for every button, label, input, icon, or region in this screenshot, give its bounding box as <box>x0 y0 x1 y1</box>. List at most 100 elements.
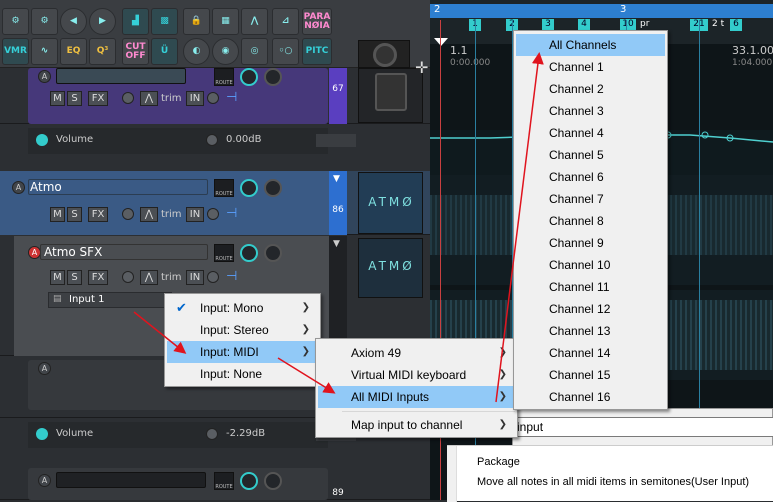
menu-item-channel-11[interactable]: Channel 11 <box>516 276 665 298</box>
route-button[interactable]: ROUTE <box>214 472 234 490</box>
fx-button[interactable]: FX <box>88 207 108 222</box>
menu-item-channel-12[interactable]: Channel 12 <box>516 298 665 320</box>
menu-item-channel-5[interactable]: Channel 5 <box>516 144 665 166</box>
menu-item-channel-8[interactable]: Channel 8 <box>516 210 665 232</box>
menu-item-channel-10[interactable]: Channel 10 <box>516 254 665 276</box>
action-row[interactable]: Move all notes in all midi items in semi… <box>477 476 749 488</box>
menu-item-channel-2[interactable]: Channel 2 <box>516 78 665 100</box>
input-button[interactable]: IN <box>186 91 204 106</box>
magnet-icon[interactable]: Ü <box>151 38 178 65</box>
fx-bypass-knob[interactable] <box>122 271 134 283</box>
toolbar-icon-5[interactable]: ▟ <box>122 8 149 35</box>
input-knob[interactable] <box>207 92 219 104</box>
toolbar-icon-6[interactable]: ▩ <box>151 8 178 35</box>
lock-icon[interactable]: 🔒 <box>183 8 210 35</box>
menu-item-channel-13[interactable]: Channel 13 <box>516 320 665 342</box>
solo-button[interactable]: S <box>67 91 82 106</box>
forward-arrow-icon[interactable]: ▶ <box>89 8 116 35</box>
menu-item-axiom-49[interactable]: Axiom 49 ❯ <box>318 342 515 364</box>
track-name-field[interactable] <box>40 244 208 260</box>
volume-knob[interactable] <box>240 179 258 197</box>
volume-lane-knob[interactable] <box>206 428 218 440</box>
menu-item-channel-15[interactable]: Channel 15 <box>516 364 665 386</box>
pan-knob[interactable] <box>264 244 282 262</box>
volume-knob[interactable] <box>240 244 258 262</box>
menu-item-channel-4[interactable]: Channel 4 <box>516 122 665 144</box>
action-search-input[interactable]: input <box>512 417 773 437</box>
track-name-field[interactable] <box>56 68 186 84</box>
q3-button[interactable]: Q³ <box>89 38 116 65</box>
lane-toggle-icon[interactable] <box>36 134 48 146</box>
menu-item-channel-16[interactable]: Channel 16 <box>516 386 665 408</box>
vmr-button[interactable]: VMR <box>2 38 29 65</box>
menu-item-channel-6[interactable]: Channel 6 <box>516 166 665 188</box>
input-selector[interactable]: ▤ Input 1 <box>48 292 172 308</box>
pan-knob[interactable] <box>264 68 282 86</box>
loop-icon[interactable]: ◎ <box>241 38 268 65</box>
mute-button[interactable]: M <box>50 91 65 106</box>
menu-item-channel-1[interactable]: Channel 1 <box>516 56 665 78</box>
fx-button[interactable]: FX <box>88 270 108 285</box>
record-arm-button[interactable]: A <box>12 181 25 194</box>
phase-icon[interactable]: ⊣ <box>226 269 237 284</box>
menu-item-input-none[interactable]: Input: None <box>167 363 318 385</box>
lane-buttons[interactable] <box>316 134 356 147</box>
track-name-field[interactable] <box>56 472 206 488</box>
fx-button[interactable]: FX <box>88 91 108 106</box>
phase-icon[interactable]: ⊣ <box>226 90 237 105</box>
record-arm-button[interactable]: A <box>38 474 51 487</box>
envelope-button[interactable]: ⋀ <box>140 91 158 106</box>
marker[interactable]: 6 <box>730 19 742 31</box>
volume-knob[interactable] <box>240 68 258 86</box>
record-arm-button[interactable]: A <box>38 362 51 375</box>
column-header[interactable]: Package <box>477 456 520 468</box>
solo-button[interactable]: S <box>67 270 82 285</box>
solo-button[interactable]: S <box>67 207 82 222</box>
menu-item-input-mono[interactable]: ✔ Input: Mono ❯ <box>167 297 318 319</box>
lane-toggle-icon[interactable] <box>36 428 48 440</box>
menu-item-all-midi-inputs[interactable]: All MIDI Inputs ❯ <box>318 386 515 408</box>
pan-knob[interactable] <box>264 179 282 197</box>
route-button[interactable]: ROUTE <box>214 68 234 86</box>
route-button[interactable]: ROUTE <box>214 179 234 197</box>
phase-icon[interactable]: ⊣ <box>226 206 237 221</box>
eq-button[interactable]: EQ <box>60 38 87 65</box>
toolbar-icon-2[interactable]: ⚙ <box>31 8 58 35</box>
playhead-icon[interactable] <box>434 38 448 46</box>
collapse-arrow-icon[interactable]: ▼ <box>333 239 340 249</box>
input-knob[interactable] <box>207 208 219 220</box>
toolbar-icon-1[interactable]: ⚙ <box>2 8 29 35</box>
menu-item-channel-9[interactable]: Channel 9 <box>516 232 665 254</box>
menu-item-input-stereo[interactable]: Input: Stereo ❯ <box>167 319 318 341</box>
metronome-icon[interactable]: ⊿ <box>272 8 299 35</box>
track-name-field[interactable] <box>28 179 208 195</box>
input-button[interactable]: IN <box>186 270 204 285</box>
back-arrow-icon[interactable]: ◀ <box>60 8 87 35</box>
mute-button[interactable]: M <box>50 207 65 222</box>
input-knob[interactable] <box>207 271 219 283</box>
pan-knob[interactable] <box>264 472 282 490</box>
record-arm-button[interactable]: A <box>38 70 51 83</box>
fx-bypass-knob[interactable] <box>122 208 134 220</box>
menu-item-virtual-midi-keyboard[interactable]: Virtual MIDI keyboard ❯ <box>318 364 515 386</box>
envelope-button[interactable]: ⋀ <box>140 270 158 285</box>
menu-item-input-midi[interactable]: Input: MIDI ❯ <box>167 341 318 363</box>
wave-icon[interactable]: ∿ <box>31 38 58 65</box>
cutoff-button[interactable]: CUT OFF <box>122 38 149 65</box>
toggle-icon[interactable]: ◦○ <box>272 38 299 65</box>
fx-bypass-knob[interactable] <box>122 92 134 104</box>
knob-icon[interactable]: ◐ <box>183 38 210 65</box>
envelope-button[interactable]: ⋀ <box>140 207 158 222</box>
paranoia-button[interactable]: PARA NØIA <box>302 8 332 35</box>
volume-lane-knob[interactable] <box>206 134 218 146</box>
pitch-button[interactable]: PITC <box>302 38 332 65</box>
grid-icon[interactable]: ▦ <box>212 8 239 35</box>
dial-icon[interactable]: ◉ <box>212 38 239 65</box>
collapse-arrow-icon[interactable]: ▼ <box>333 174 340 184</box>
envelope-icon[interactable]: ⋀ <box>241 8 268 35</box>
route-button[interactable]: ROUTE <box>214 244 234 262</box>
input-button[interactable]: IN <box>186 207 204 222</box>
menu-item-all-channels[interactable]: All Channels <box>516 34 665 56</box>
menu-item-map-input-to-channel[interactable]: Map input to channel ❯ <box>318 414 515 436</box>
menu-item-channel-14[interactable]: Channel 14 <box>516 342 665 364</box>
